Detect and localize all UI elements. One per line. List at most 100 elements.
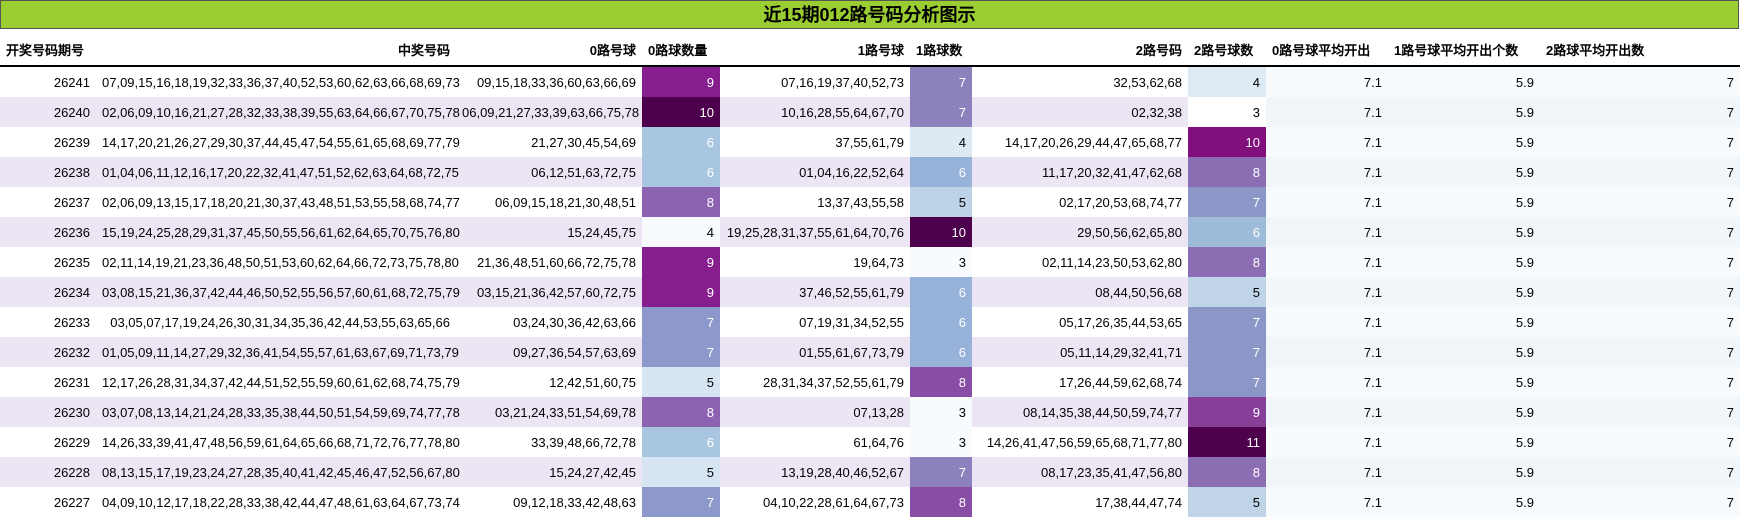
road0-avg-cell: 7.1 [1266,157,1388,187]
numbers-cell: 02,11,14,19,21,23,36,48,50,51,53,60,62,6… [96,247,459,277]
road0-balls-cell: 15,24,45,75 [456,217,642,247]
road1-balls-cell: 10,16,28,55,64,67,70 [720,97,910,127]
issue-cell: 26230 [0,397,96,427]
road0-balls-cell: 06,09,21,27,33,39,63,66,75,78 [456,97,642,127]
table-row: 26236 15,19,24,25,28,29,31,37,45,50,55,56… [0,217,1740,247]
road2-balls-cell: 08,14,35,38,44,50,59,74,77 [972,397,1188,427]
road1-count-cell: 3 [910,427,972,457]
road2-avg-cell: 7 [1540,397,1740,427]
road0-balls-cell: 03,24,30,36,42,63,66 [456,307,642,337]
col-header-road2-count: 2路号球数 [1188,33,1266,67]
road1-avg-cell: 5.9 [1388,427,1540,457]
col-header-road2-balls: 2路号码 [972,33,1188,67]
road2-balls-cell: 17,26,44,59,62,68,74 [972,367,1188,397]
col-header-issue: 开奖号码期号 [0,33,96,67]
road1-avg-cell: 5.9 [1388,247,1540,277]
issue-cell: 26241 [0,66,96,97]
road2-count-cell: 7 [1188,307,1266,337]
road1-avg-cell: 5.9 [1388,157,1540,187]
road0-avg-cell: 7.1 [1266,337,1388,367]
table-row: 26237 02,06,09,13,15,17,18,20,21,30,37,43… [0,187,1740,217]
issue-cell: 26227 [0,487,96,517]
road0-count-cell: 9 [642,66,720,97]
road0-balls-cell: 06,12,51,63,72,75 [456,157,642,187]
numbers-cell: 12,17,26,28,31,34,37,42,44,51,52,55,59,6… [96,367,460,397]
road0-count-cell: 4 [642,217,720,247]
col-header-road0-balls: 0路号球 [456,33,642,67]
road0-avg-cell: 7.1 [1266,307,1388,337]
road1-avg-cell: 5.9 [1388,487,1540,517]
issue-cell: 26233 [0,307,96,337]
road1-count-cell: 7 [910,66,972,97]
road2-avg-cell: 7 [1540,487,1740,517]
road1-count-cell: 10 [910,217,972,247]
road2-count-cell: 5 [1188,487,1266,517]
road2-avg-cell: 7 [1540,127,1740,157]
road0-avg-cell: 7.1 [1266,187,1388,217]
table-row: 26241 07,09,15,16,18,19,32,33,36,37,40,52… [0,66,1740,97]
road0-count-cell: 7 [642,307,720,337]
road1-balls-cell: 13,19,28,40,46,52,67 [720,457,910,487]
road1-avg-cell: 5.9 [1388,97,1540,127]
road2-balls-cell: 32,53,62,68 [972,66,1188,97]
road2-avg-cell: 7 [1540,97,1740,127]
road1-balls-cell: 04,10,22,28,61,64,67,73 [720,487,910,517]
col-header-road1-count: 1路球数 [910,33,972,67]
table-row: 26239 14,17,20,21,26,27,29,30,37,44,45,47… [0,127,1740,157]
road2-balls-cell: 11,17,20,32,41,47,62,68 [972,157,1188,187]
road1-avg-cell: 5.9 [1388,397,1540,427]
road0-avg-cell: 7.1 [1266,217,1388,247]
road1-balls-cell: 07,13,28 [720,397,910,427]
road0-balls-cell: 12,42,51,60,75 [456,367,642,397]
road0-avg-cell: 7.1 [1266,397,1388,427]
table-row: 26228 08,13,15,17,19,23,24,27,28,35,40,41… [0,457,1740,487]
road1-avg-cell: 5.9 [1388,367,1540,397]
road1-count-cell: 3 [910,247,972,277]
road2-avg-cell: 7 [1540,367,1740,397]
issue-cell: 26229 [0,427,96,457]
road2-avg-cell: 7 [1540,217,1740,247]
road1-balls-cell: 37,55,61,79 [720,127,910,157]
table-row: 26233 03,05,07,17,19,24,26,30,31,34,35,36… [0,307,1740,337]
table-row: 26230 03,07,08,13,14,21,24,28,33,35,38,44… [0,397,1740,427]
road1-count-cell: 8 [910,487,972,517]
numbers-cell: 04,09,10,12,17,18,22,28,33,38,42,44,47,4… [96,487,460,517]
road0-balls-cell: 03,15,21,36,42,57,60,72,75 [456,277,642,307]
road0-count-cell: 9 [642,277,720,307]
road0-count-cell: 6 [642,157,720,187]
issue-cell: 26238 [0,157,96,187]
road0-count-cell: 5 [642,457,720,487]
road2-balls-cell: 05,11,14,29,32,41,71 [972,337,1188,367]
road1-balls-cell: 07,19,31,34,52,55 [720,307,910,337]
numbers-cell: 07,09,15,16,18,19,32,33,36,37,40,52,53,6… [96,66,460,97]
road0-count-cell: 8 [642,187,720,217]
col-header-road0-avg: 0路号球平均开出 [1266,33,1388,67]
road2-avg-cell: 7 [1540,187,1740,217]
road2-balls-cell: 17,38,44,47,74 [972,487,1188,517]
table-row: 26227 04,09,10,12,17,18,22,28,33,38,42,44… [0,487,1740,517]
numbers-cell: 15,19,24,25,28,29,31,37,45,50,55,56,61,6… [96,217,460,247]
road1-count-cell: 5 [910,187,972,217]
road2-count-cell: 7 [1188,337,1266,367]
road0-balls-cell: 15,24,27,42,45 [456,457,642,487]
road0-balls-cell: 21,27,30,45,54,69 [456,127,642,157]
road1-avg-cell: 5.9 [1388,277,1540,307]
road2-count-cell: 9 [1188,397,1266,427]
road2-count-cell: 7 [1188,187,1266,217]
road2-count-cell: 11 [1188,427,1266,457]
road1-avg-cell: 5.9 [1388,187,1540,217]
road2-balls-cell: 05,17,26,35,44,53,65 [972,307,1188,337]
road2-count-cell: 4 [1188,66,1266,97]
road1-count-cell: 4 [910,127,972,157]
road1-balls-cell: 19,25,28,31,37,55,61,64,70,76 [720,217,910,247]
road2-avg-cell: 7 [1540,157,1740,187]
road1-balls-cell: 01,55,61,67,73,79 [720,337,910,367]
road2-balls-cell: 02,32,38 [972,97,1188,127]
road0-avg-cell: 7.1 [1266,97,1388,127]
road1-count-cell: 3 [910,397,972,427]
road2-count-cell: 3 [1188,97,1266,127]
issue-cell: 26231 [0,367,96,397]
road2-avg-cell: 7 [1540,337,1740,367]
road2-balls-cell: 08,17,23,35,41,47,56,80 [972,457,1188,487]
issue-cell: 26228 [0,457,96,487]
